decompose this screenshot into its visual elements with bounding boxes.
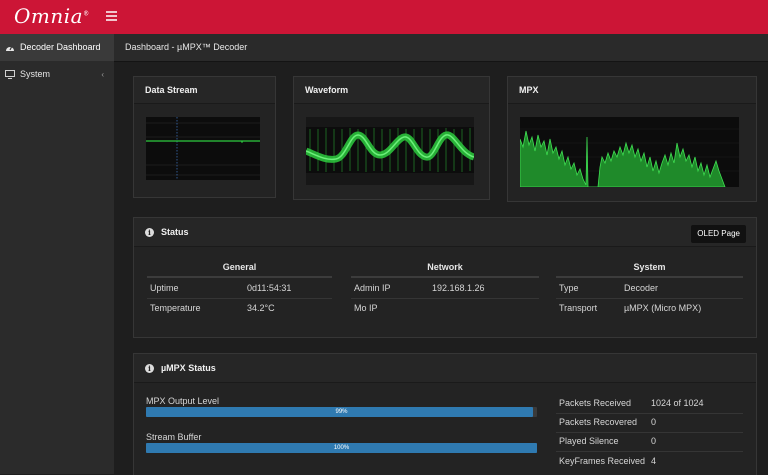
stat-value: 0: [651, 436, 657, 446]
table-row: Temperature 34.2°C: [147, 299, 332, 318]
table-row: Type Decoder: [556, 279, 743, 299]
mpx-output-level-text: 99%: [335, 409, 348, 415]
panel-title: MPX: [508, 77, 756, 104]
waveform-panel: Waveform: [293, 76, 490, 200]
stats-row: Packets Received 1024 of 1024: [556, 394, 743, 414]
mpx-panel: MPX: [507, 76, 757, 202]
sidebar-item-decoder-dashboard[interactable]: Decoder Dashboard: [0, 34, 114, 61]
general-title: General: [147, 258, 332, 278]
stats-row: Packets Recovered 0: [556, 413, 743, 433]
stream-buffer-label: Stream Buffer: [146, 432, 202, 442]
umpx-status-panel: i µMPX Status MPX Output Level 99% Stream…: [133, 353, 757, 475]
mpx-output-level-label: MPX Output Level: [146, 396, 220, 406]
omnia-logo[interactable]: Omnia®: [14, 4, 90, 28]
table-row: Admin IP 192.168.1.26: [351, 279, 539, 299]
monitor-icon: [5, 70, 15, 79]
stat-key: Packets Recovered: [559, 417, 638, 427]
uptime-value: 0d11:54:31: [247, 283, 292, 293]
row-key: Temperature: [150, 303, 201, 313]
mpx-spectrum: [520, 117, 739, 187]
stat-value: 4: [651, 456, 657, 466]
transport-value: µMPX (Micro MPX): [624, 303, 702, 313]
stat-value: 1024 of 1024: [651, 398, 704, 408]
waveform-scope: [306, 117, 474, 185]
umpx-status-header: i µMPX Status: [134, 354, 756, 383]
info-icon: i: [145, 364, 154, 374]
table-row: Transport µMPX (Micro MPX): [556, 299, 743, 318]
logo-text: Omnia: [14, 4, 84, 28]
temperature-value: 34.2°C: [247, 303, 275, 313]
data-stream-scope: [146, 117, 260, 180]
stat-key: KeyFrames Received: [559, 456, 646, 466]
gauge-icon: [6, 45, 14, 51]
table-row: Mo IP: [351, 299, 539, 318]
panel-title: Status: [161, 227, 189, 237]
row-key: Mo IP: [354, 303, 378, 313]
system-title: System: [556, 258, 743, 278]
network-title: Network: [351, 258, 539, 278]
row-key: Transport: [559, 303, 598, 313]
panel-title: Data Stream: [134, 77, 275, 104]
page-header: Dashboard - µMPX™ Decoder: [114, 34, 768, 62]
row-key: Type: [559, 283, 579, 293]
stream-buffer-text: 100%: [333, 445, 350, 451]
type-value: Decoder: [624, 283, 659, 293]
sidebar-item-label: Decoder Dashboard: [20, 42, 101, 52]
row-key: Uptime: [150, 283, 179, 293]
stat-key: Played Silence: [559, 436, 619, 446]
stat-value: 0: [651, 417, 657, 427]
panel-title: Waveform: [294, 77, 489, 104]
logo-mark: ®: [83, 10, 90, 18]
mpx-output-level-bar: 99%: [146, 407, 537, 417]
sidebar-item-system[interactable]: System ‹: [0, 61, 114, 88]
breadcrumb: Dashboard - µMPX™ Decoder: [125, 42, 248, 52]
stat-key: Packets Received: [559, 398, 632, 408]
table-row: Uptime 0d11:54:31: [147, 279, 332, 299]
sidebar-item-label: System: [20, 69, 51, 79]
row-key: Admin IP: [354, 283, 391, 293]
status-header: i Status OLED Page: [134, 218, 756, 247]
oled-page-button[interactable]: OLED Page: [691, 225, 746, 243]
sidebar: Decoder Dashboard System ‹: [0, 34, 114, 474]
stats-row: Played Silence 0: [556, 432, 743, 452]
stats-row: KeyFrames Received 4: [556, 452, 743, 471]
data-stream-panel: Data Stream: [133, 76, 276, 198]
menu-toggle-icon[interactable]: [106, 11, 117, 21]
panel-title: µMPX Status: [161, 363, 216, 373]
top-bar: Omnia®: [0, 0, 768, 34]
chevron-left-icon: ‹: [101, 70, 104, 79]
admin-ip-value: 192.168.1.26: [432, 283, 485, 293]
stream-buffer-bar: 100%: [146, 443, 537, 453]
info-icon: i: [145, 228, 154, 238]
status-panel: i Status OLED Page General Uptime 0d11:54…: [133, 217, 757, 338]
